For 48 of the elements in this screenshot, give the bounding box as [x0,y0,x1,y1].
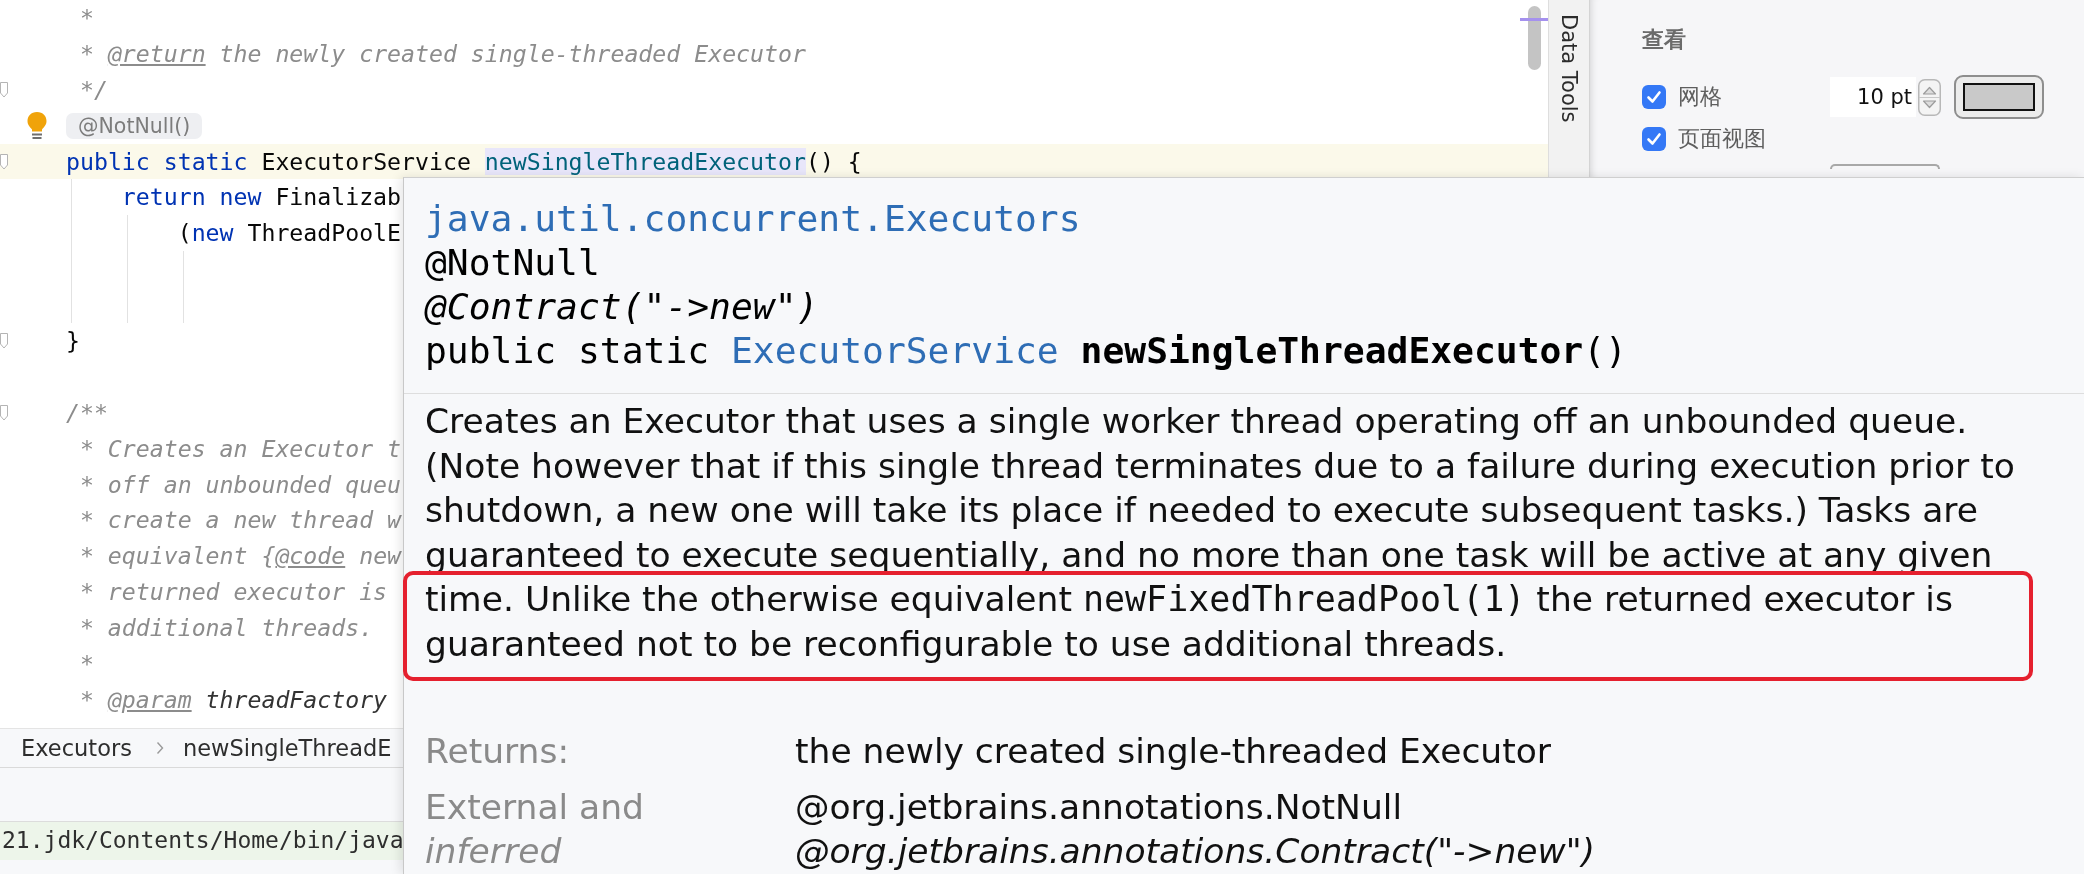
comment-line: * equivalent {@code new [79,542,402,571]
section-label: Returns: [425,729,570,773]
chevron-icon [155,741,164,755]
section-value: the newly created single-threaded Executor [795,730,1552,771]
checkbox-label: 页面视图 [1678,125,1766,153]
fold-marker-icon[interactable] [0,332,8,349]
section-value: @org.jetbrains.annotations.NotNull [795,786,1402,827]
comment-line: * additional threads. [79,614,374,642]
package-link[interactable]: java.util.concurrent.Executors [425,197,1081,240]
comment-line: * returned executor is [79,578,388,607]
size-field[interactable]: 10 pt [1830,77,1916,117]
fold-marker-icon[interactable] [0,81,8,98]
breadcrumb[interactable]: newSingleThreadE [182,735,392,761]
checkbox[interactable] [1642,85,1666,109]
annotation: @Contract("->new") [425,285,819,328]
comment-line: * [79,650,94,678]
breadcrumb[interactable]: Executors [21,735,132,761]
code-line: } [66,327,80,355]
comment-line: * off an unbounded queu [79,470,402,499]
comment-line: * Creates an Executor t [79,434,402,463]
method-signature: public static ExecutorService newSingleThreadExecutor() [425,329,1627,372]
section-value: @org.jetbrains.annotations.Contract("->new") [795,830,1596,871]
comment-line: * @param threadFactory [79,685,388,714]
comment-line: */ [79,75,108,104]
type-link[interactable]: ExecutorService [730,329,1059,372]
lightbulb-icon[interactable] [26,110,48,141]
section-label: External and inferred [425,785,645,873]
checkbox-label: 网格 [1678,83,1722,111]
code-line: return new Finalizab [121,183,402,212]
scrollbar-marker[interactable] [1520,18,1548,21]
comment-line: * [79,4,94,32]
fold-marker-icon[interactable] [0,404,8,421]
code-line: (new ThreadPoolE [177,219,402,248]
comment-line: * @return the newly created single-threaded Executor [79,39,806,68]
scrollbar-thumb[interactable] [1528,6,1541,70]
description-text: Creates an Executor that uses a single worker thread operating off an unbounded queue. (Note however that if this single thread terminates due to a failure during execution prior to shutdown, a new one will take its place if needed to execute subsequent tasks.) Tasks are guaranteed to execute sequentially, and no more than one task will be active at any given time. Unlike the otherwise equivalent newFixedThreadPool(1) the returned executor is guaranteed not to be reconfigurable to use additional threads. [425,400,2016,666]
checkbox[interactable] [1642,127,1666,151]
button-top-edge[interactable] [1830,164,1940,169]
code-line: public static ExecutorService newSingleThreadExecutor() { [66,147,862,176]
section-title: 查看 [1642,26,1686,54]
comment-line: /** [66,398,108,427]
color-well[interactable] [1954,75,2044,119]
tool-window-button[interactable]: Data Tools [1557,14,1581,123]
comment-line: * create a new thread w [79,506,402,535]
annotation: @NotNull [425,241,600,284]
inlay-hint: @NotNull() [66,112,203,139]
fold-marker-icon[interactable] [0,153,8,170]
stepper[interactable] [1918,78,1941,116]
